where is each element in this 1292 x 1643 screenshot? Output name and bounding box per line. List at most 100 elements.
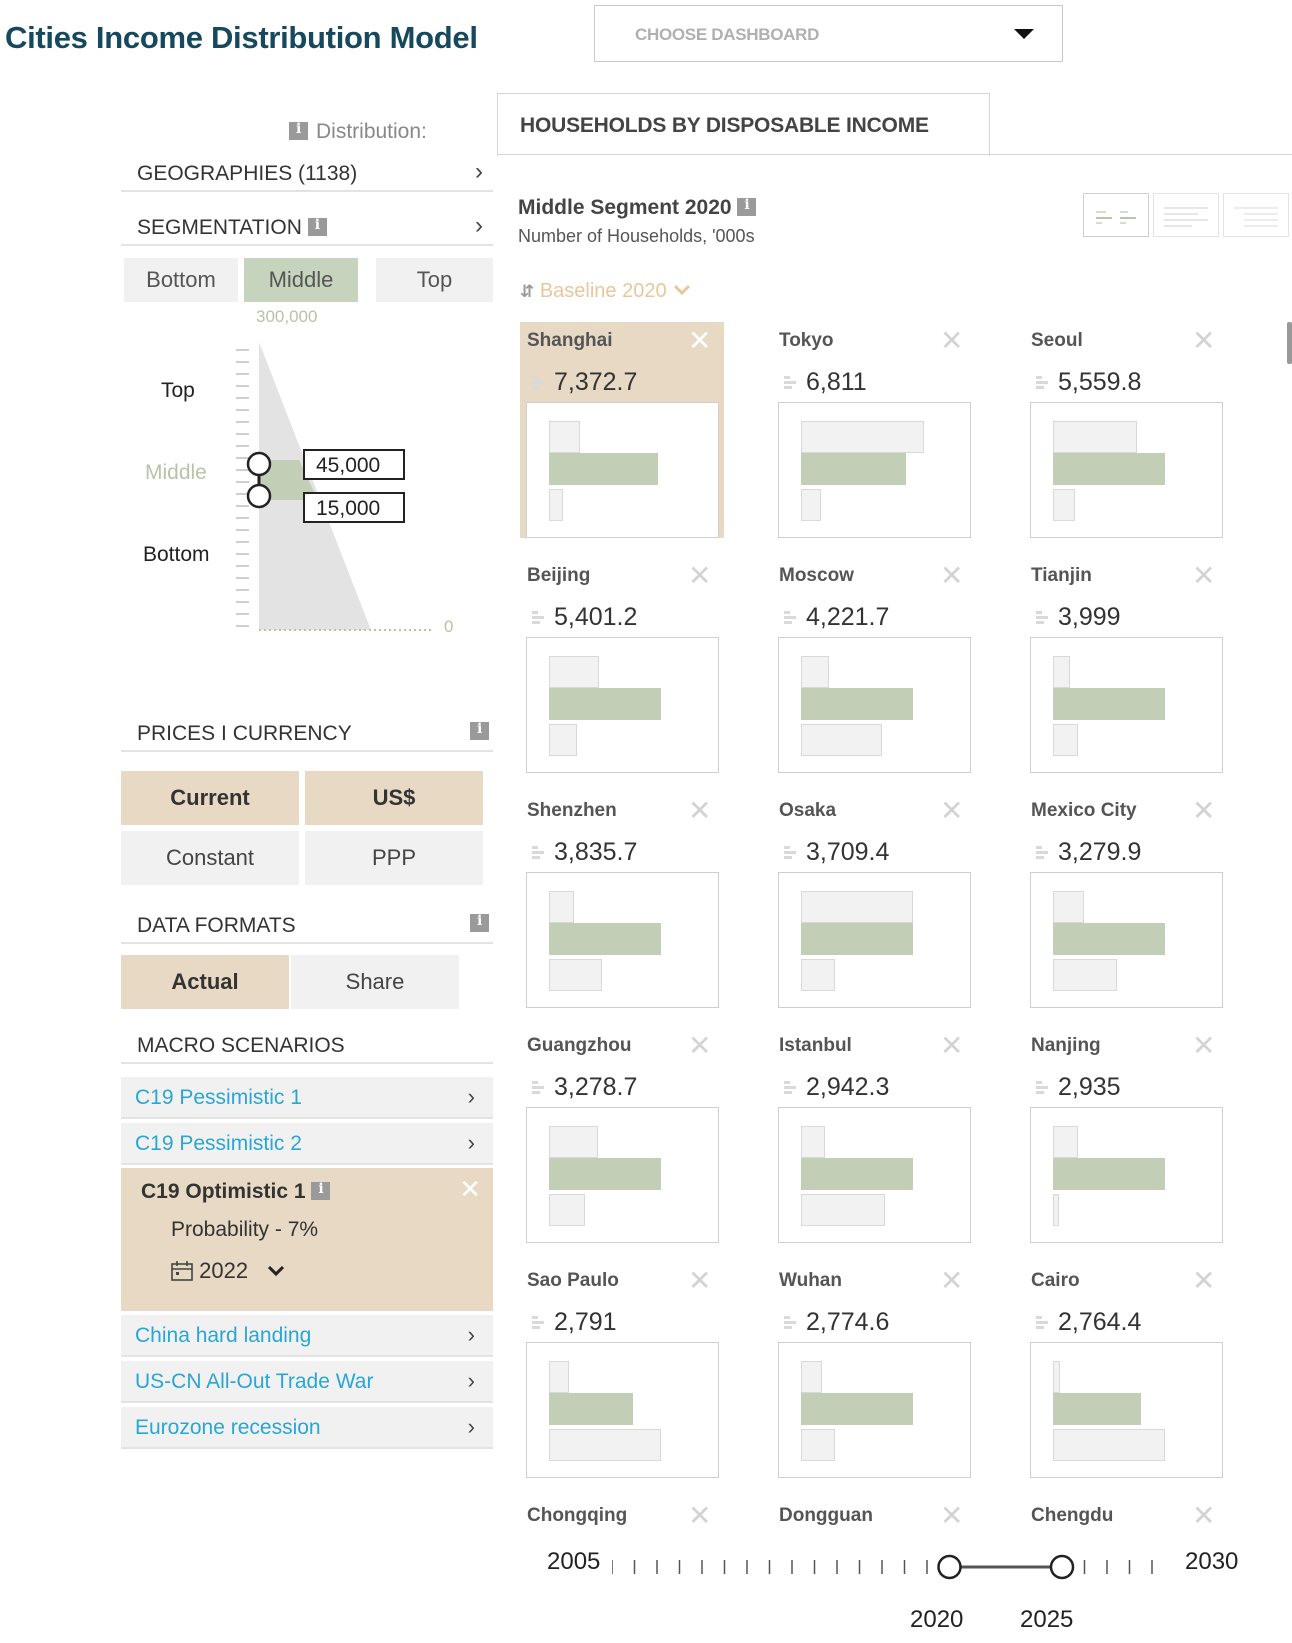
mini-bars-icon	[1030, 605, 1052, 627]
scenario-label: C19 Pessimistic 2	[135, 1132, 302, 1155]
year-range-slider[interactable]: 2005 2030 2020 2025	[540, 1548, 1260, 1643]
bar-mid	[549, 923, 661, 955]
close-icon[interactable]: ✕	[1192, 1499, 1215, 1532]
close-icon[interactable]: ✕	[1192, 794, 1215, 827]
range-end-handle[interactable]	[1049, 1554, 1075, 1580]
scenario-label: US-CN All-Out Trade War	[135, 1370, 374, 1393]
city-card[interactable]: Beijing ✕ 5,401.2	[520, 557, 724, 773]
bar-mid	[1053, 453, 1165, 485]
tab-middle[interactable]: Middle	[244, 258, 358, 302]
scenario-china-hard-landing[interactable]: China hard landing ›	[121, 1315, 493, 1357]
city-card[interactable]: Mexico City ✕ 3,279.9	[1024, 792, 1228, 1008]
range-start-handle[interactable]	[937, 1554, 962, 1580]
scenario-eurozone-recession[interactable]: Eurozone recession ›	[121, 1407, 493, 1449]
close-icon[interactable]: ✕	[1192, 1264, 1215, 1297]
share-button[interactable]: Share	[291, 955, 459, 1009]
close-icon[interactable]: ✕	[1192, 559, 1215, 592]
city-card[interactable]: Cairo ✕ 2,764.4	[1024, 1262, 1228, 1478]
close-icon[interactable]: ✕	[940, 559, 963, 592]
scenario-c19-pessimistic-2[interactable]: C19 Pessimistic 2 ›	[121, 1123, 493, 1165]
city-card[interactable]: Guangzhou ✕ 3,278.7	[520, 1027, 724, 1243]
close-icon[interactable]: ✕	[688, 1029, 711, 1062]
close-icon[interactable]: ✕	[688, 1499, 711, 1532]
city-card[interactable]: Tokyo ✕ 6,811	[772, 322, 976, 538]
city-card[interactable]: Sao Paulo ✕ 2,791	[520, 1262, 724, 1478]
tab-bottom[interactable]: Bottom	[124, 258, 238, 302]
bar-mid	[549, 688, 661, 720]
mini-bars-icon	[526, 1075, 548, 1097]
info-icon[interactable]	[470, 721, 489, 740]
close-icon[interactable]: ✕	[940, 1264, 963, 1297]
city-card[interactable]: Osaka ✕ 3,709.4	[772, 792, 976, 1008]
view-list-button[interactable]	[1153, 193, 1219, 237]
info-icon[interactable]	[311, 1181, 331, 1200]
city-card[interactable]: Wuhan ✕ 2,774.6	[772, 1262, 976, 1478]
scrollbar-thumb[interactable]	[1287, 322, 1292, 364]
segment-title: Middle Segment 2020	[518, 196, 757, 220]
close-icon[interactable]: ✕	[459, 1174, 481, 1205]
city-card[interactable]: Istanbul ✕ 2,942.3	[772, 1027, 976, 1243]
list-view-icon	[1164, 207, 1208, 227]
city-card[interactable]: Tianjin ✕ 3,999	[1024, 557, 1228, 773]
city-card[interactable]: Shenzhen ✕ 3,835.7	[520, 792, 724, 1008]
label-middle: Middle	[145, 461, 207, 484]
scenario-c19-optimistic-1[interactable]: C19 Optimistic 1 ✕ Probability - 7% 2022	[121, 1168, 493, 1311]
macro-scenarios-row: MACRO SCENARIOS	[121, 1024, 493, 1064]
info-icon[interactable]	[737, 197, 757, 216]
mini-bars-icon	[526, 370, 548, 392]
ppp-button[interactable]: PPP	[305, 831, 483, 885]
view-bars-button[interactable]	[1083, 193, 1149, 237]
close-icon[interactable]: ✕	[940, 1029, 963, 1062]
close-icon[interactable]: ✕	[688, 324, 711, 357]
city-name: Sao Paulo	[527, 1270, 619, 1291]
view-table-button[interactable]	[1223, 193, 1289, 237]
close-icon[interactable]: ✕	[1192, 1029, 1215, 1062]
scenario-us-cn-trade-war[interactable]: US-CN All-Out Trade War ›	[121, 1361, 493, 1403]
close-icon[interactable]: ✕	[940, 1499, 963, 1532]
segmentation-row[interactable]: SEGMENTATION ›	[121, 206, 493, 246]
city-name: Osaka	[779, 800, 837, 821]
info-icon[interactable]	[289, 121, 308, 140]
macro-scenarios-label: MACRO SCENARIOS	[137, 1034, 345, 1057]
close-icon[interactable]: ✕	[688, 559, 711, 592]
bar-top	[549, 1361, 569, 1393]
close-icon[interactable]: ✕	[1192, 324, 1215, 357]
scenario-year-select[interactable]: 2022	[171, 1258, 286, 1284]
close-icon[interactable]: ✕	[688, 794, 711, 827]
city-card[interactable]: Nanjing ✕ 2,935	[1024, 1027, 1228, 1243]
scenario-c19-pessimistic-1[interactable]: C19 Pessimistic 1 ›	[121, 1077, 493, 1119]
city-name: Shenzhen	[527, 800, 617, 821]
tab-households-by-income[interactable]: HOUSEHOLDS BY DISPOSABLE INCOME	[497, 93, 990, 156]
city-value: 2,942.3	[806, 1073, 890, 1101]
bar-top	[801, 1126, 825, 1158]
close-icon[interactable]: ✕	[940, 794, 963, 827]
dashboard-dropdown[interactable]: CHOOSE DASHBOARD	[594, 5, 1063, 62]
city-card[interactable]: Shanghai ✕ 7,372.7	[520, 322, 724, 538]
segment-title-text: Middle Segment 2020	[518, 196, 732, 219]
chevron-right-icon: ›	[467, 1130, 475, 1155]
sort-selector[interactable]: ⇵ Baseline 2020	[520, 280, 692, 303]
constant-button[interactable]: Constant	[121, 831, 299, 885]
close-icon[interactable]: ✕	[940, 324, 963, 357]
sort-icon: ⇵	[520, 282, 535, 301]
geographies-row[interactable]: GEOGRAPHIES (1138) ›	[121, 152, 493, 192]
scenario-probability: Probability - 7%	[171, 1218, 319, 1241]
close-icon[interactable]: ✕	[688, 1264, 711, 1297]
actual-button[interactable]: Actual	[121, 955, 289, 1009]
usd-button[interactable]: US$	[305, 771, 483, 825]
info-icon[interactable]	[307, 217, 327, 236]
lower-handle[interactable]	[246, 483, 272, 509]
prices-currency-label: PRICES I CURRENCY	[137, 722, 352, 745]
mini-bars-icon	[1030, 1310, 1052, 1332]
upper-handle[interactable]	[246, 451, 272, 477]
city-card[interactable]: Moscow ✕ 4,221.7	[772, 557, 976, 773]
current-button[interactable]: Current	[121, 771, 299, 825]
city-value: 5,401.2	[554, 603, 638, 631]
scenario-label: China hard landing	[135, 1324, 312, 1347]
city-name: Guangzhou	[527, 1035, 632, 1056]
tab-top[interactable]: Top	[376, 258, 493, 302]
city-card[interactable]: Seoul ✕ 5,559.8	[1024, 322, 1228, 538]
bar-bot	[801, 1194, 885, 1226]
info-icon[interactable]	[470, 913, 489, 932]
city-name: Tokyo	[779, 330, 834, 351]
